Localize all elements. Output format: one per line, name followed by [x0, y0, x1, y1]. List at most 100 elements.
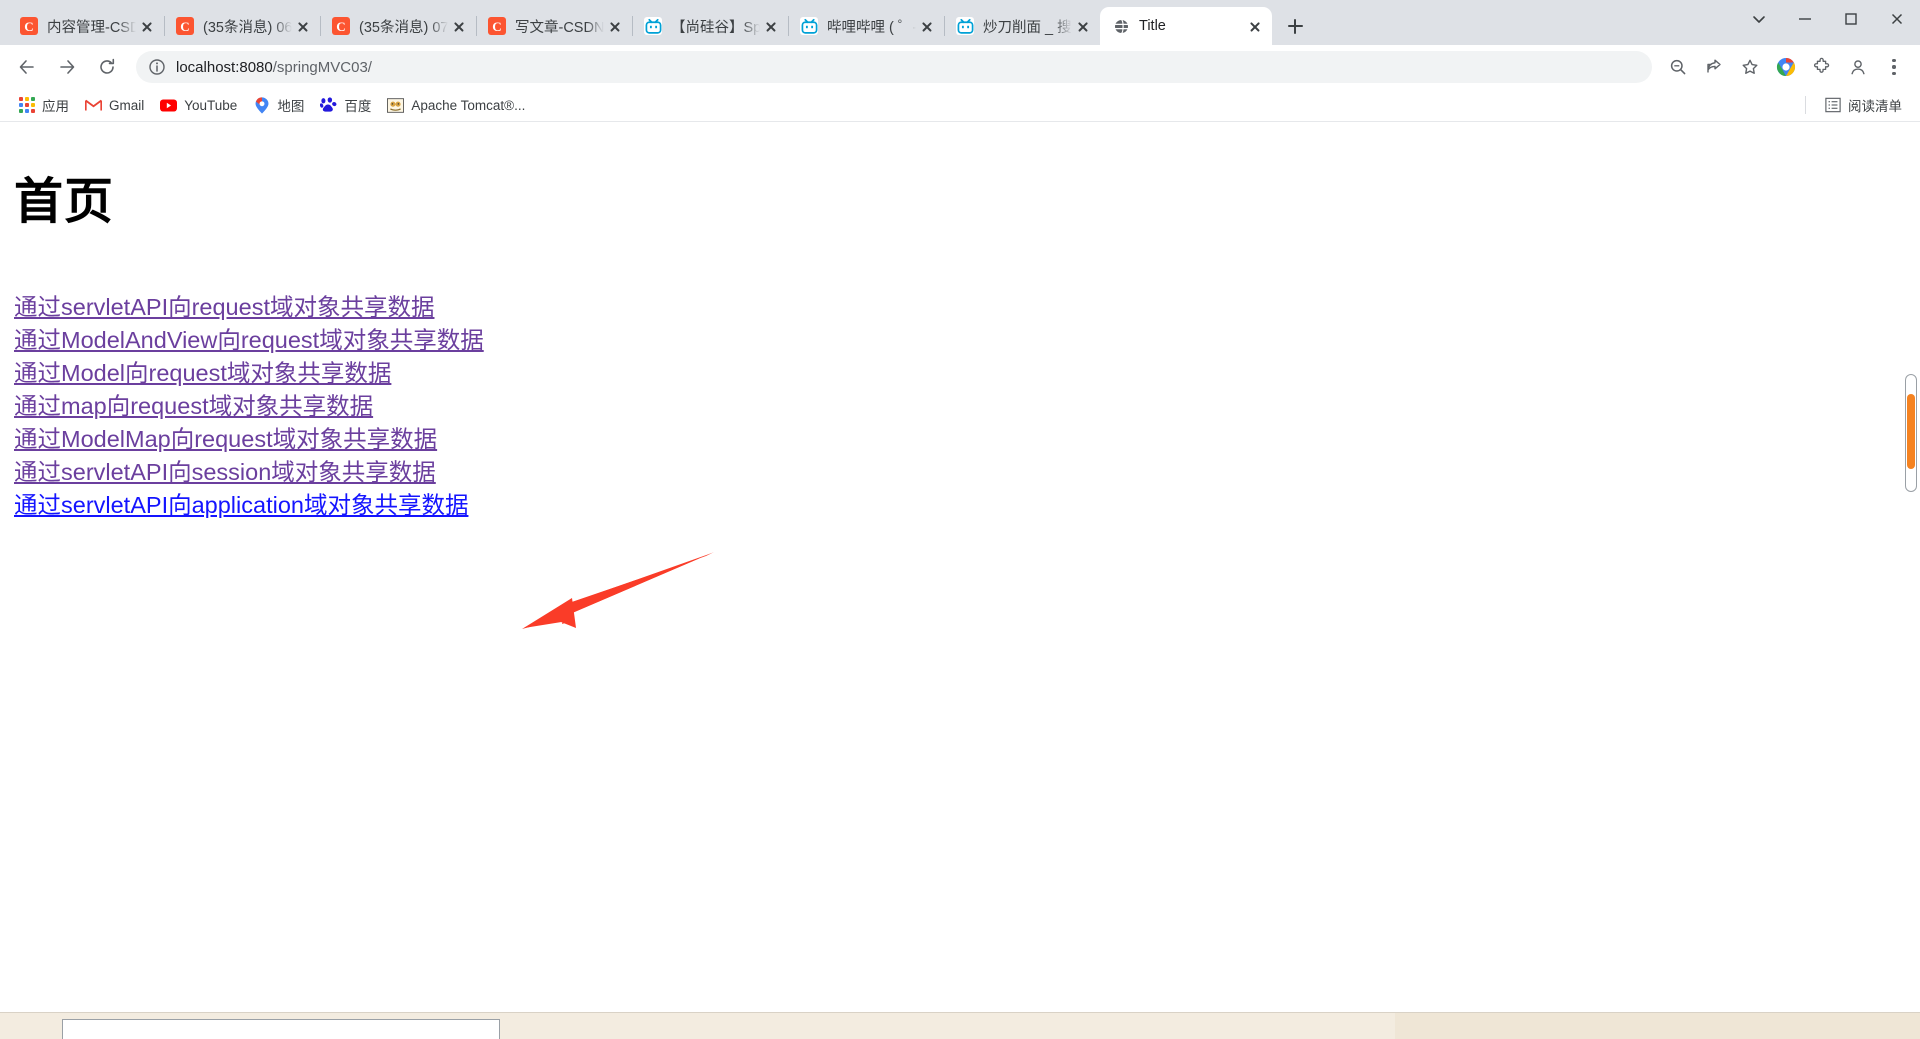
browser-tab-8-active[interactable]: Title [1100, 7, 1272, 45]
url-host: localhost:8080 [176, 58, 273, 76]
bookmark-label: 百度 [344, 99, 372, 114]
back-icon[interactable] [10, 50, 44, 84]
bookmark-baidu[interactable]: 百度 [312, 92, 379, 118]
profile-avatar-icon[interactable] [1842, 51, 1874, 83]
tab-separator [632, 16, 633, 36]
list-item: 通过map向request域对象共享数据 [14, 390, 1920, 423]
list-item: 通过servletAPI向application域对象共享数据 [14, 489, 1920, 522]
chrome-profile-color-icon[interactable] [1770, 51, 1802, 83]
tab-title: Title [1139, 18, 1166, 34]
background-window-strip[interactable] [0, 1012, 1920, 1039]
bookmark-label: Apache Tomcat®... [411, 97, 526, 113]
apps-grid-icon [18, 97, 35, 114]
window-controls [1736, 0, 1920, 45]
tab-title: (35条消息) 06-Se [203, 19, 292, 36]
close-icon[interactable] [604, 15, 626, 37]
tab-title: 【尚硅谷】Spring [671, 19, 760, 36]
site-info-icon[interactable] [148, 58, 166, 76]
link-list: 通过servletAPI向request域对象共享数据 通过ModelAndVi… [14, 291, 1920, 522]
share-link-modelmap-request[interactable]: 通过ModelMap向request域对象共享数据 [14, 423, 437, 456]
tab-separator [944, 16, 945, 36]
zoom-icon[interactable] [1662, 51, 1694, 83]
browser-tab-3[interactable]: C (35条消息) 07-JS [320, 7, 476, 45]
share-link-model-request[interactable]: 通过Model向request域对象共享数据 [14, 357, 391, 390]
tab-title: (35条消息) 07-JS [359, 19, 448, 36]
bookmark-gmail[interactable]: Gmail [77, 92, 152, 118]
scrollbar-thumb[interactable] [1907, 394, 1915, 469]
tab-separator [476, 16, 477, 36]
share-link-modelandview-request[interactable]: 通过ModelAndView向request域对象共享数据 [14, 324, 484, 357]
globe-icon [1112, 17, 1130, 35]
close-icon[interactable] [448, 15, 470, 37]
list-item: 通过ModelAndView向request域对象共享数据 [14, 324, 1920, 357]
divider [1805, 96, 1806, 114]
share-link-servletapi-session[interactable]: 通过servletAPI向session域对象共享数据 [14, 456, 436, 489]
browser-toolbar: localhost:8080/springMVC03/ [0, 45, 1920, 89]
web-page: 首页 通过servletAPI向request域对象共享数据 通过ModelAn… [0, 162, 1920, 1039]
youtube-icon [160, 97, 178, 114]
tab-strip: C 内容管理-CSDN博客 C (35条消息) 06-Se C (35条消息) … [0, 0, 1920, 45]
baidu-icon [320, 97, 337, 114]
close-icon[interactable] [136, 15, 158, 37]
browser-tab-6[interactable]: 哔哩哔哩 ( ゜- ゜)つ [788, 7, 944, 45]
tab-search-icon[interactable] [1736, 0, 1782, 38]
minimize-icon[interactable] [1782, 0, 1828, 38]
browser-tab-1[interactable]: C 内容管理-CSDN博客 [8, 7, 164, 45]
bookmarks-bar-right: 阅读清单 [1795, 92, 1910, 118]
bookmark-apps[interactable]: 应用 [10, 92, 77, 118]
tab-title: 内容管理-CSDN博客 [47, 19, 136, 36]
csdn-icon: C [332, 17, 350, 35]
bookmark-youtube[interactable]: YouTube [152, 92, 245, 118]
bookmark-label: YouTube [184, 97, 238, 113]
address-bar[interactable]: localhost:8080/springMVC03/ [136, 51, 1652, 83]
share-link-map-request[interactable]: 通过map向request域对象共享数据 [14, 390, 373, 423]
reading-list-button[interactable]: 阅读清单 [1816, 92, 1910, 118]
bookmark-label: 地图 [277, 99, 305, 114]
page-scrollbar[interactable] [1903, 162, 1918, 1039]
page-viewport: 首页 通过servletAPI向request域对象共享数据 通过ModelAn… [0, 122, 1920, 1039]
url-path: /springMVC03/ [272, 58, 372, 76]
forward-icon[interactable] [50, 50, 84, 84]
annotation-arrow-icon [522, 552, 714, 629]
tab-separator [164, 16, 165, 36]
background-window-field [62, 1019, 500, 1039]
share-icon[interactable] [1698, 51, 1730, 83]
share-link-servletapi-application[interactable]: 通过servletAPI向application域对象共享数据 [14, 489, 468, 522]
browser-tab-2[interactable]: C (35条消息) 06-Se [164, 7, 320, 45]
list-item: 通过servletAPI向request域对象共享数据 [14, 291, 1920, 324]
close-icon[interactable] [760, 15, 782, 37]
bookmark-star-icon[interactable] [1734, 51, 1766, 83]
browser-tab-7[interactable]: 炒刀削面 _ 搜索结果 [944, 7, 1100, 45]
reload-icon[interactable] [90, 50, 124, 84]
gmail-icon [85, 97, 102, 114]
csdn-icon: C [176, 17, 194, 35]
close-icon[interactable] [1072, 15, 1094, 37]
close-icon[interactable] [1244, 15, 1266, 37]
tab-title: 哔哩哔哩 ( ゜- ゜)つ [827, 19, 916, 36]
bookmark-maps[interactable]: 地图 [245, 92, 312, 118]
bookmark-label: Gmail [109, 97, 145, 113]
reading-list-label: 阅读清单 [1848, 99, 1902, 114]
csdn-icon: C [488, 17, 506, 35]
close-window-icon[interactable] [1874, 0, 1920, 38]
bookmarks-bar: 应用 Gmail YouTube 地图 百度 Apache Tomcat®...… [0, 89, 1920, 122]
bilibili-icon [800, 17, 818, 35]
browser-tab-5[interactable]: 【尚硅谷】Spring [632, 7, 788, 45]
maximize-icon[interactable] [1828, 0, 1874, 38]
tab-separator [320, 16, 321, 36]
maps-icon [253, 96, 270, 114]
close-icon[interactable] [292, 15, 314, 37]
extensions-puzzle-icon[interactable] [1806, 51, 1838, 83]
close-icon[interactable] [916, 15, 938, 37]
share-link-servletapi-request[interactable]: 通过servletAPI向request域对象共享数据 [14, 291, 434, 324]
new-tab-button[interactable] [1278, 9, 1312, 43]
bookmark-tomcat[interactable]: Apache Tomcat®... [379, 92, 533, 118]
reading-list-icon [1824, 97, 1841, 114]
bilibili-icon [644, 17, 662, 35]
browser-tab-4[interactable]: C 写文章-CSDN博客 [476, 7, 632, 45]
chrome-menu-icon[interactable] [1878, 51, 1910, 83]
browser-window: C 内容管理-CSDN博客 C (35条消息) 06-Se C (35条消息) … [0, 0, 1920, 1039]
list-item: 通过Model向request域对象共享数据 [14, 357, 1920, 390]
tab-separator [788, 16, 789, 36]
tab-title: 炒刀削面 _ 搜索结果 [983, 19, 1072, 36]
